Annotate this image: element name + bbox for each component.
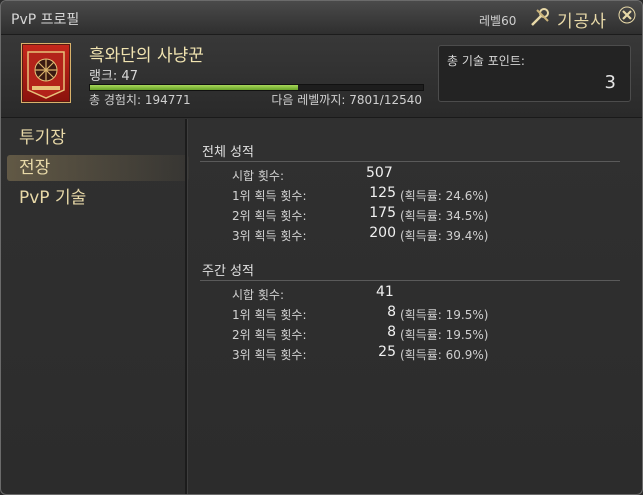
weekly-third-rate: (획득률: 60.9%) xyxy=(400,348,489,362)
weekly-second-rate: (획득률: 19.5%) xyxy=(400,328,489,342)
level-label: 레벨60 xyxy=(479,14,517,28)
overall-third-rate: (획득률: 39.4%) xyxy=(400,229,489,243)
weekly-first-rate: (획득률: 19.5%) xyxy=(400,308,489,322)
overall-second-label: 2위 획득 횟수: xyxy=(232,209,307,223)
close-icon xyxy=(618,6,636,29)
overall-stats-title: 전체 성적 xyxy=(202,145,254,160)
weekly-second-value: 8 xyxy=(387,324,396,340)
overall-third-value: 200 xyxy=(369,225,396,241)
exp-total: 총 경험치: 194771 xyxy=(89,93,191,107)
overall-matches-label: 시합 횟수: xyxy=(232,169,285,183)
skill-points-value: 3 xyxy=(604,72,616,93)
weekly-first-value: 8 xyxy=(387,304,396,320)
exp-progress-fill xyxy=(90,85,298,90)
weekly-matches-value: 41 xyxy=(376,284,394,300)
job-name: 기공사 xyxy=(557,12,607,32)
menu-item-pvp-skills[interactable]: PvP 기술 xyxy=(7,185,189,211)
overall-third-label: 3위 획득 횟수: xyxy=(232,229,307,243)
overall-second-rate: (획득률: 34.5%) xyxy=(400,209,489,223)
close-button[interactable] xyxy=(616,6,638,28)
overall-stats-divider xyxy=(200,161,620,162)
weekly-third-label: 3위 획득 횟수: xyxy=(232,348,307,362)
machinist-wrench-icon xyxy=(529,6,551,28)
window-title: PvP 프로필 xyxy=(11,12,80,28)
grand-company-emblem-icon xyxy=(21,43,71,103)
rank-label: 랭크: 47 xyxy=(89,69,138,84)
pvp-title: 흑와단의 사냥꾼 xyxy=(89,46,204,66)
overall-first-rate: (획득률: 24.6%) xyxy=(400,189,489,203)
weekly-stats-divider xyxy=(200,280,620,281)
title-bar[interactable]: PvP 프로필 레벨60 기공사 xyxy=(1,1,642,35)
overall-matches-value: 507 xyxy=(366,165,393,181)
weekly-first-label: 1위 획득 횟수: xyxy=(232,308,307,322)
side-menu: 투기장 전장 PvP 기술 xyxy=(1,119,189,494)
menu-item-arena[interactable]: 투기장 xyxy=(7,125,189,151)
weekly-matches-label: 시합 횟수: xyxy=(232,288,285,302)
overall-first-value: 125 xyxy=(369,185,396,201)
skill-points-box: 총 기술 포인트: 3 xyxy=(438,45,631,102)
weekly-second-label: 2위 획득 횟수: xyxy=(232,328,307,342)
overall-second-value: 175 xyxy=(369,205,396,221)
weekly-stats-title: 주간 성적 xyxy=(202,264,254,279)
menu-item-battlefield[interactable]: 전장 xyxy=(7,155,189,181)
stats-content: 전체 성적 시합 횟수: 507 1위 획득 횟수: 125 (획득률: 24.… xyxy=(188,119,642,494)
header-divider xyxy=(1,117,642,118)
overall-first-label: 1위 획득 횟수: xyxy=(232,189,307,203)
exp-to-next-level: 다음 레벨까지: 7801/12540 xyxy=(271,93,422,107)
pvp-profile-window: PvP 프로필 레벨60 기공사 흑와단의 사냥꾼 랭크: 47 총 경험치: … xyxy=(0,0,643,495)
skill-points-label: 총 기술 포인트: xyxy=(447,54,525,68)
weekly-third-value: 25 xyxy=(378,344,396,360)
exp-progress-bar xyxy=(89,84,424,91)
